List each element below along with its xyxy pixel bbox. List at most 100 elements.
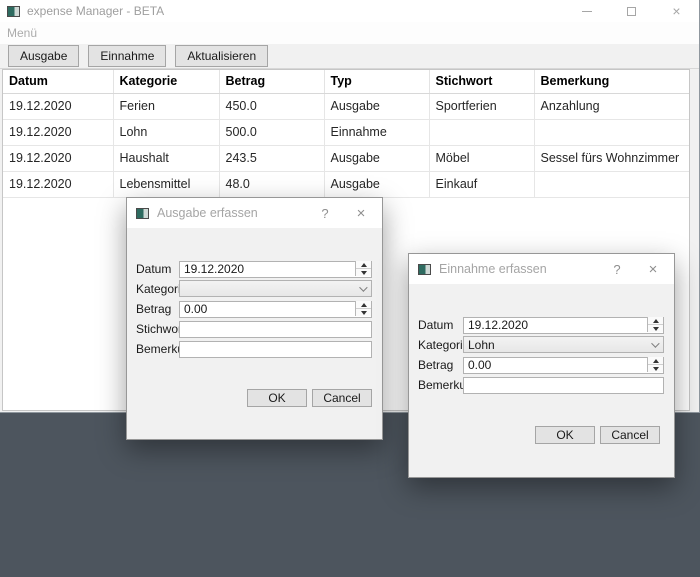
datum-spinbox[interactable] [179,261,372,278]
income-dialog-form: Datum Kategorie Lohn Betrag [409,284,674,393]
cell-typ[interactable]: Ausgabe [324,93,429,119]
spin-up-icon[interactable] [356,261,371,269]
ok-button[interactable]: OK [247,389,307,407]
cell-datum[interactable]: 19.12.2020 [3,119,113,145]
titlebar: expense Manager - BETA × [0,0,699,22]
cell-bemerkung[interactable] [534,171,689,197]
column-header-datum[interactable]: Datum [3,70,113,93]
datum-label: Datum [136,262,179,276]
cell-stichwort[interactable]: Möbel [429,145,534,171]
cell-kategorie[interactable]: Lebensmittel [113,171,219,197]
column-header-stichwort[interactable]: Stichwort [429,70,534,93]
spin-up-icon[interactable] [648,357,663,365]
cell-bemerkung[interactable]: Sessel fürs Wohnzimmer [534,145,689,171]
datum-spinbox[interactable] [463,317,664,334]
cell-kategorie[interactable]: Ferien [113,93,219,119]
kategorie-combobox[interactable]: Lohn [463,336,664,353]
cell-stichwort[interactable]: Einkauf [429,171,534,197]
spin-up-icon[interactable] [356,301,371,309]
expense-dialog-title: Ausgabe erfassen [157,206,310,220]
spin-down-icon[interactable] [648,365,663,372]
cell-typ[interactable]: Einnahme [324,119,429,145]
cell-betrag[interactable]: 450.0 [219,93,324,119]
bemerkung-label: Bemerkung [418,378,463,392]
spin-down-icon[interactable] [648,325,663,332]
table-row[interactable]: 19.12.2020 Lohn 500.0 Einnahme [3,119,689,145]
help-button[interactable]: ? [310,198,340,228]
kategorie-row: Kategorie Lohn [418,336,664,353]
betrag-label: Betrag [418,358,463,372]
bemerkung-input[interactable] [463,377,664,394]
maximize-button[interactable] [609,0,654,22]
aktualisieren-button[interactable]: Aktualisieren [175,45,268,67]
menu-item-menue[interactable]: Menü [7,26,37,40]
betrag-label: Betrag [136,302,179,316]
spin-down-icon[interactable] [356,309,371,316]
minimize-button[interactable] [564,0,609,22]
column-header-bemerkung[interactable]: Bemerkung [534,70,689,93]
cell-stichwort[interactable]: Sportferien [429,93,534,119]
income-dialog: Einnahme erfassen ? × Datum Kategorie Lo… [408,253,675,478]
datum-label: Datum [418,318,463,332]
betrag-row: Betrag [418,356,664,373]
table-row[interactable]: 19.12.2020 Ferien 450.0 Ausgabe Sportfer… [3,93,689,119]
cell-typ[interactable]: Ausgabe [324,145,429,171]
bemerkung-label: Bemerkung [136,342,179,356]
spinner-buttons[interactable] [647,317,663,332]
spinner-buttons[interactable] [647,357,663,372]
close-button[interactable]: × [654,0,699,22]
bemerkung-row: Bemerkung [418,376,664,393]
cell-typ[interactable]: Ausgabe [324,171,429,197]
spinner-buttons[interactable] [355,301,371,316]
expense-dialog-titlebar: Ausgabe erfassen ? × [127,198,382,228]
expense-dialog: Ausgabe erfassen ? × Datum Kategorie Bet… [126,197,383,440]
table-header-row: Datum Kategorie Betrag Typ Stichwort Bem… [3,70,689,93]
column-header-betrag[interactable]: Betrag [219,70,324,93]
cell-bemerkung[interactable]: Anzahlung [534,93,689,119]
cell-datum[interactable]: 19.12.2020 [3,145,113,171]
table-row[interactable]: 19.12.2020 Lebensmittel 48.0 Ausgabe Ein… [3,171,689,197]
chevron-down-icon [651,339,659,347]
cell-betrag[interactable]: 500.0 [219,119,324,145]
cancel-button[interactable]: Cancel [600,426,660,444]
app-icon [7,6,20,17]
cell-bemerkung[interactable] [534,119,689,145]
ok-button[interactable]: OK [535,426,595,444]
betrag-spinbox[interactable] [179,301,372,318]
betrag-spinbox[interactable] [463,357,664,374]
cell-betrag[interactable]: 243.5 [219,145,324,171]
cell-kategorie[interactable]: Haushalt [113,145,219,171]
app-icon [136,208,149,219]
income-dialog-titlebar: Einnahme erfassen ? × [409,254,674,284]
table-row[interactable]: 19.12.2020 Haushalt 243.5 Ausgabe Möbel … [3,145,689,171]
maximize-icon [627,7,636,16]
spin-up-icon[interactable] [648,317,663,325]
kategorie-value: Lohn [468,338,495,352]
spinner-buttons[interactable] [355,261,371,276]
window-title: expense Manager - BETA [27,4,564,18]
bemerkung-input[interactable] [179,341,372,358]
ausgabe-button[interactable]: Ausgabe [8,45,79,67]
toolbar: Ausgabe Einnahme Aktualisieren [0,44,699,69]
cell-stichwort[interactable] [429,119,534,145]
cell-datum[interactable]: 19.12.2020 [3,171,113,197]
cell-datum[interactable]: 19.12.2020 [3,93,113,119]
cell-betrag[interactable]: 48.0 [219,171,324,197]
kategorie-row: Kategorie [136,280,372,297]
close-button[interactable]: × [340,198,382,228]
column-header-kategorie[interactable]: Kategorie [113,70,219,93]
stichwort-input[interactable] [179,321,372,338]
income-dialog-buttons: OK Cancel [409,426,660,444]
close-button[interactable]: × [632,254,674,284]
minimize-icon [582,11,592,12]
kategorie-label: Kategorie [136,282,179,296]
help-button[interactable]: ? [602,254,632,284]
einnahme-button[interactable]: Einnahme [88,45,166,67]
expense-dialog-buttons: OK Cancel [127,389,372,407]
spin-down-icon[interactable] [356,269,371,276]
kategorie-combobox[interactable] [179,280,372,297]
cell-kategorie[interactable]: Lohn [113,119,219,145]
stichwort-row: Stichwort [136,320,372,337]
cancel-button[interactable]: Cancel [312,389,372,407]
column-header-typ[interactable]: Typ [324,70,429,93]
